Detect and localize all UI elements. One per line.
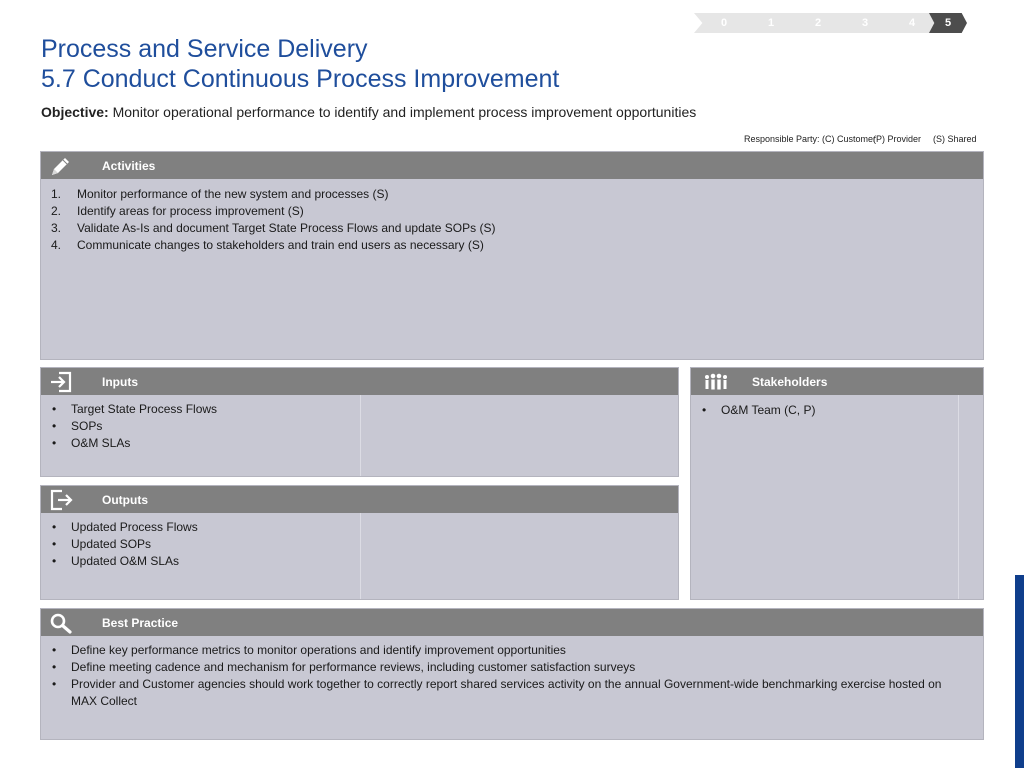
list-item: SOPs bbox=[52, 418, 217, 435]
best-practice-title: Best Practice bbox=[102, 616, 179, 630]
item-number: 4. bbox=[51, 238, 62, 252]
objective-label: Objective: bbox=[41, 104, 109, 120]
page-title: Process and Service Delivery bbox=[41, 35, 368, 63]
list-item: Provider and Customer agencies should wo… bbox=[52, 676, 952, 710]
inputs-header: Inputs bbox=[41, 368, 678, 395]
stakeholders-body: O&M Team (C, P) bbox=[691, 395, 983, 599]
list-item: Target State Process Flows bbox=[52, 401, 217, 418]
best-practice-list: Define key performance metrics to monito… bbox=[52, 642, 952, 710]
activities-body: 1. Monitor performance of the new system … bbox=[41, 179, 983, 359]
item-text: Validate As-Is and document Target State… bbox=[77, 221, 496, 235]
outputs-body: Updated Process Flows Updated SOPs Updat… bbox=[41, 513, 678, 599]
page-subtitle: 5.7 Conduct Continuous Process Improveme… bbox=[41, 65, 560, 93]
item-text: Monitor performance of the new system an… bbox=[77, 187, 389, 201]
stakeholders-title: Stakeholders bbox=[752, 375, 828, 389]
magnifier-icon bbox=[50, 613, 72, 634]
outputs-panel: Outputs Updated Process Flows Updated SO… bbox=[40, 485, 679, 600]
step-5-active: 5 bbox=[929, 13, 967, 33]
list-item: O&M SLAs bbox=[52, 435, 217, 452]
accent-bar bbox=[1015, 575, 1024, 768]
inputs-title: Inputs bbox=[102, 375, 138, 389]
inputs-list: Target State Process Flows SOPs O&M SLAs bbox=[52, 401, 217, 452]
inputs-panel: Inputs Target State Process Flows SOPs O… bbox=[40, 367, 679, 477]
item-number: 1. bbox=[51, 187, 62, 201]
item-number: 3. bbox=[51, 221, 62, 235]
column-divider bbox=[958, 395, 959, 599]
objective: Objective: Monitor operational performan… bbox=[41, 104, 696, 120]
responsible-customer: Responsible Party: (C) Customer bbox=[744, 134, 877, 144]
best-practice-body: Define key performance metrics to monito… bbox=[41, 636, 983, 739]
objective-text: Monitor operational performance to ident… bbox=[112, 104, 697, 120]
best-practice-header: Best Practice bbox=[41, 609, 983, 636]
list-item: Updated O&M SLAs bbox=[52, 553, 198, 570]
stakeholders-list: O&M Team (C, P) bbox=[702, 402, 815, 419]
outputs-header: Outputs bbox=[41, 486, 678, 513]
activities-header: Activities bbox=[41, 152, 983, 179]
responsible-shared: (S) Shared bbox=[933, 134, 977, 144]
column-divider bbox=[360, 513, 361, 599]
sign-out-icon bbox=[50, 489, 73, 511]
activities-panel: Activities 1. Monitor performance of the … bbox=[40, 151, 984, 360]
list-item: Define key performance metrics to monito… bbox=[52, 642, 952, 659]
stakeholders-panel: Stakeholders O&M Team (C, P) bbox=[690, 367, 984, 600]
list-item: Define meeting cadence and mechanism for… bbox=[52, 659, 952, 676]
list-item: 3. Validate As-Is and document Target Sta… bbox=[51, 220, 495, 237]
list-item: 4. Communicate changes to stakeholders an… bbox=[51, 237, 495, 254]
list-item: 2. Identify areas for process improvement… bbox=[51, 203, 495, 220]
column-divider bbox=[360, 395, 361, 476]
best-practice-panel: Best Practice Define key performance met… bbox=[40, 608, 984, 740]
outputs-list: Updated Process Flows Updated SOPs Updat… bbox=[52, 519, 198, 570]
list-item: O&M Team (C, P) bbox=[702, 402, 815, 419]
people-icon bbox=[705, 373, 727, 390]
stakeholders-header: Stakeholders bbox=[691, 368, 983, 395]
list-item: Updated Process Flows bbox=[52, 519, 198, 536]
outputs-title: Outputs bbox=[102, 493, 148, 507]
responsible-provider: (P) Provider bbox=[873, 134, 922, 144]
inputs-body: Target State Process Flows SOPs O&M SLAs bbox=[41, 395, 678, 476]
item-text: Communicate changes to stakeholders and … bbox=[77, 238, 484, 252]
item-text: Identify areas for process improvement (… bbox=[77, 204, 304, 218]
list-item: 1. Monitor performance of the new system … bbox=[51, 186, 495, 203]
pencil-icon bbox=[52, 158, 69, 175]
sign-in-icon bbox=[51, 371, 72, 393]
activities-title: Activities bbox=[102, 159, 156, 173]
item-number: 2. bbox=[51, 204, 62, 218]
activities-list: 1. Monitor performance of the new system … bbox=[51, 186, 495, 254]
list-item: Updated SOPs bbox=[52, 536, 198, 553]
